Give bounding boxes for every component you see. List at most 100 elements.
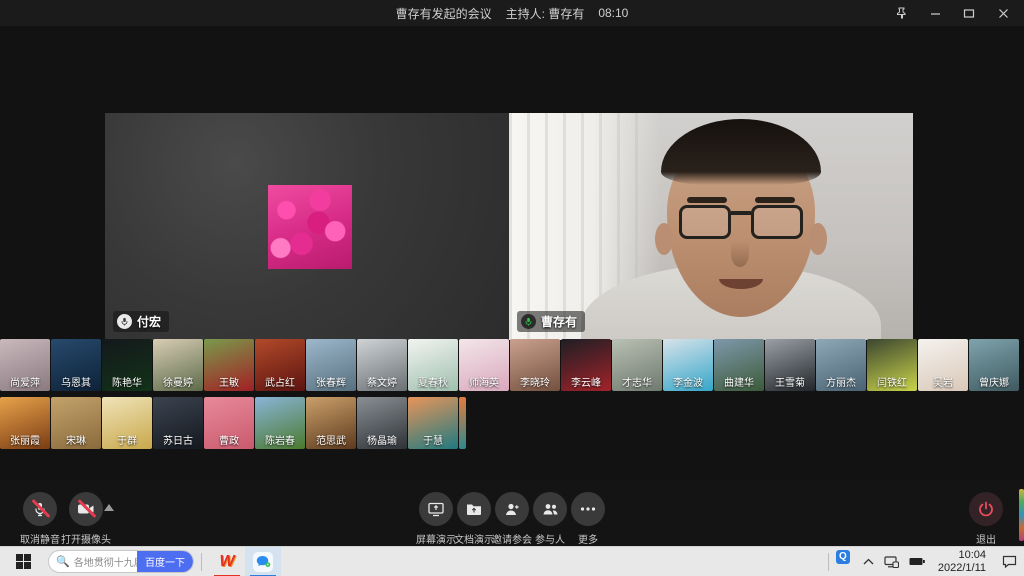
participant-tile[interactable]: 李晓玲 <box>510 339 560 391</box>
participant-tile[interactable]: 徐曼婷 <box>153 339 203 391</box>
participant-tile[interactable]: 李云峰 <box>561 339 611 391</box>
meeting-app-icon <box>253 552 273 572</box>
participant-thumbnail-name: 张春辉 <box>306 378 356 389</box>
participant-tile[interactable]: 李金波 <box>663 339 713 391</box>
meeting-title: 曹存有发起的会议 <box>396 5 492 22</box>
person-nose <box>731 241 749 267</box>
taskbar-app-meeting[interactable] <box>245 547 281 576</box>
battery-icon[interactable] <box>909 557 925 566</box>
screen-edge-artifact <box>1019 489 1024 541</box>
participant-tile[interactable]: 乌恩其 <box>51 339 101 391</box>
clock-time: 10:04 <box>938 549 986 562</box>
participant-thumbnail-name: 曲建华 <box>714 378 764 389</box>
participant-tile[interactable]: 张丽霞 <box>0 397 50 449</box>
windows-taskbar: 🔍 各地贯彻十九届... 百度一下 W Q <box>0 546 1024 576</box>
participant-tile[interactable]: 陈岩春 <box>255 397 305 449</box>
video-name-pill: 曹存有 <box>517 311 585 332</box>
participant-thumbnail-name: 杨晶瑜 <box>357 436 407 447</box>
participant-tile[interactable]: 曲建华 <box>714 339 764 391</box>
participant-thumbnail-name: 方丽杰 <box>816 378 866 389</box>
participant-strip-row1: 尚爱萍乌恩其陈艳华徐曼婷王敏武占红张春辉蔡文婷夏春秋师海英李晓玲李云峰才志华李金… <box>0 339 1019 391</box>
participant-tile[interactable]: 吴岩 <box>918 339 968 391</box>
participant-tile[interactable]: 王雪菊 <box>765 339 815 391</box>
participant-tile[interactable]: 夏春秋 <box>408 339 458 391</box>
participant-tile-partial[interactable] <box>459 397 466 449</box>
main-video-stage: 付宏 曹存有 <box>105 113 913 340</box>
minimize-button[interactable] <box>920 1 950 25</box>
participant-tile[interactable]: 张春辉 <box>306 339 356 391</box>
open-camera-button[interactable]: 打开摄像头 <box>58 492 114 546</box>
network-display-icon[interactable] <box>884 556 899 568</box>
tray-divider <box>828 553 829 571</box>
participant-tile[interactable]: 曹政 <box>204 397 254 449</box>
meeting-tray-badge-icon[interactable]: Q <box>836 550 850 564</box>
more-button[interactable]: 更多 <box>560 492 616 546</box>
participant-thumbnail-name: 陈岩春 <box>255 436 305 447</box>
person-glasses <box>679 205 803 241</box>
participant-tile[interactable]: 方丽杰 <box>816 339 866 391</box>
participant-thumbnail-name: 李晓玲 <box>510 378 560 389</box>
participant-thumbnail-name: 师海英 <box>459 378 509 389</box>
participant-tile[interactable]: 于慧 <box>408 397 458 449</box>
participant-name-label: 付宏 <box>137 313 161 330</box>
pin-icon[interactable] <box>886 1 916 25</box>
mic-active-icon <box>521 314 536 329</box>
camera-options-caret-icon[interactable] <box>104 504 114 511</box>
participant-thumbnail-name: 张丽霞 <box>0 436 50 447</box>
participant-thumbnail-name: 李金波 <box>663 378 713 389</box>
person-eyebrow <box>755 197 795 203</box>
person-ear <box>655 223 673 255</box>
windows-logo-icon <box>16 554 31 569</box>
participant-tile[interactable]: 武占红 <box>255 339 305 391</box>
participant-thumbnail-name: 陈艳华 <box>102 378 152 389</box>
participant-thumbnail-name: 闫铁红 <box>867 378 917 389</box>
maximize-button[interactable] <box>954 1 984 25</box>
search-icon: 🔍 <box>56 555 70 568</box>
taskbar-clock[interactable]: 10:04 2022/1/11 <box>938 549 986 575</box>
action-center-button[interactable] <box>994 547 1024 576</box>
participant-tile[interactable]: 于群 <box>102 397 152 449</box>
baidu-search-button[interactable]: 百度一下 <box>137 550 193 573</box>
participant-thumbnail-name: 徐曼婷 <box>153 378 203 389</box>
start-button[interactable] <box>0 547 46 576</box>
video-feed-fuhong[interactable]: 付宏 <box>105 113 509 340</box>
participant-thumbnail-name: 才志华 <box>612 378 662 389</box>
participant-tile[interactable]: 师海英 <box>459 339 509 391</box>
participant-thumbnail-name: 曹政 <box>204 436 254 447</box>
power-icon <box>969 492 1003 526</box>
flower-photo <box>268 185 352 269</box>
participant-tile[interactable]: 杨晶瑜 <box>357 397 407 449</box>
video-feed-caocunyou[interactable]: 曹存有 <box>509 113 913 340</box>
participant-tile[interactable]: 宋琳 <box>51 397 101 449</box>
person-hair <box>661 119 821 185</box>
person-eyebrow <box>687 197 727 203</box>
taskbar-app-wps[interactable]: W <box>209 547 245 576</box>
taskbar-search-input[interactable]: 🔍 各地贯彻十九届... 百度一下 <box>48 550 194 573</box>
participant-tile[interactable]: 陈艳华 <box>102 339 152 391</box>
participant-thumbnail-name: 苏日古 <box>153 436 203 447</box>
meeting-elapsed-time: 08:10 <box>598 6 628 20</box>
participant-thumbnail-name: 蔡文婷 <box>357 378 407 389</box>
participant-thumbnail-name: 李云峰 <box>561 378 611 389</box>
participant-tile[interactable]: 苏日古 <box>153 397 203 449</box>
meeting-toolbar: 取消静音 打开摄像头 屏幕演示 文档演示 邀请参会 <box>0 480 1024 546</box>
microphone-muted-icon <box>23 492 57 526</box>
participant-tile[interactable]: 尚爱萍 <box>0 339 50 391</box>
participant-tile[interactable]: 才志华 <box>612 339 662 391</box>
participant-tile[interactable]: 范思武 <box>306 397 356 449</box>
participant-thumbnail-name: 曾庆娜 <box>969 378 1019 389</box>
participant-strip-row2: 张丽霞宋琳于群苏日古曹政陈岩春范思武杨晶瑜于慧 <box>0 397 466 449</box>
mic-icon <box>117 314 132 329</box>
participant-tile[interactable]: 曾庆娜 <box>969 339 1019 391</box>
exit-meeting-button[interactable]: 退出 <box>958 492 1014 546</box>
show-hidden-icons-chevron[interactable] <box>863 558 874 565</box>
participant-tile[interactable]: 王敏 <box>204 339 254 391</box>
participant-tile[interactable]: 蔡文婷 <box>357 339 407 391</box>
camera-off-icon <box>69 492 103 526</box>
participant-name-label: 曹存有 <box>541 313 577 330</box>
close-button[interactable] <box>988 1 1018 25</box>
participant-thumbnail-name: 王敏 <box>204 378 254 389</box>
participant-tile[interactable]: 闫铁红 <box>867 339 917 391</box>
titlebar: 曹存有发起的会议 主持人: 曹存有 08:10 <box>0 0 1024 26</box>
more-ellipsis-icon <box>571 492 605 526</box>
